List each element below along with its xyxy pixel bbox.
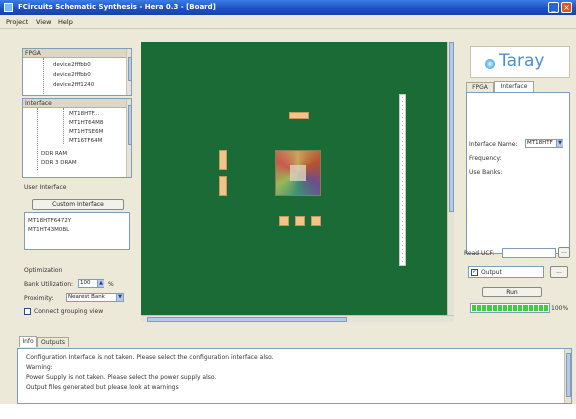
frequency-label: Frequency: (469, 155, 502, 162)
interface-tree-scrollbar[interactable] (126, 99, 131, 177)
title-bar[interactable]: FCircuits Schematic Synthesis - Hera 0.3… (0, 0, 576, 15)
canvas-vertical-scrollbar[interactable] (447, 42, 454, 315)
interface-name-value: MT18HTF (527, 140, 553, 146)
application-window: FCircuits Schematic Synthesis - Hera 0.3… (0, 0, 576, 404)
user-interface-item[interactable]: MT1HT43M0BL (28, 227, 69, 233)
output-checkbox-label: Output (481, 269, 502, 276)
interface-tree-header: Interface (23, 99, 126, 108)
fpga-chip[interactable] (275, 150, 321, 196)
menu-project[interactable]: Project (6, 18, 28, 26)
board-component[interactable] (279, 216, 289, 226)
fpga-tree: FPGA device2fffbb0 device2fffbb0 device2… (22, 48, 132, 96)
console-line: Warning: (26, 364, 53, 371)
console-scrollbar[interactable] (564, 349, 571, 403)
progress-bar (470, 303, 550, 313)
connector-strip[interactable] (399, 94, 406, 266)
board-canvas[interactable] (141, 42, 454, 322)
minimize-button[interactable]: _ (548, 2, 559, 13)
proximity-label: Proximity: (24, 295, 54, 302)
menu-view[interactable]: View (36, 18, 51, 26)
user-interface-item[interactable]: MT18HTF6472Y (28, 218, 71, 224)
bank-utilization-spinner-icon[interactable]: ▲ (97, 280, 104, 287)
board-component[interactable] (295, 216, 305, 226)
run-button[interactable]: Run (482, 287, 542, 297)
output-option: ✓ Output (468, 266, 544, 278)
proximity-value: Nearest Bank (68, 294, 105, 300)
logo-area: Taray (470, 46, 570, 78)
menu-help[interactable]: Help (58, 18, 73, 26)
output-checkbox[interactable]: ✓ (471, 269, 478, 276)
close-button[interactable]: × (561, 2, 572, 13)
output-browse-button[interactable]: ... (550, 266, 568, 278)
use-banks-label: Use Banks: (469, 169, 503, 176)
custom-interface-button[interactable]: Custom Interface (32, 199, 124, 210)
board-component[interactable] (289, 112, 309, 119)
left-panel: FPGA device2fffbb0 device2fffbb0 device2… (18, 42, 135, 322)
tab-fpga[interactable]: FPGA (466, 82, 494, 92)
fpga-item[interactable]: device2fff1240 (53, 82, 94, 88)
fpga-tree-header: FPGA (23, 49, 126, 58)
read-ucf-label: Read UCF: (464, 250, 495, 257)
optimization-label: Optimization (24, 267, 63, 274)
connect-grouping-label: Connect grouping view (34, 308, 104, 315)
board-component[interactable] (219, 176, 227, 196)
fpga-item[interactable]: device2fffbb0 (53, 62, 91, 68)
browse-ucf-button[interactable]: ... (558, 247, 570, 258)
board-component[interactable] (311, 216, 321, 226)
board-component[interactable] (219, 150, 227, 170)
chevron-down-icon[interactable]: ▼ (556, 140, 563, 147)
fpga-tree-scrollbar[interactable] (126, 49, 131, 95)
message-console: Configuration Interface is not taken. Pl… (17, 348, 572, 404)
interface-item[interactable]: MT1HTSE6M (69, 129, 103, 135)
app-icon (4, 3, 13, 12)
tab-interface[interactable]: Interface (494, 81, 534, 92)
bank-utilization-value: 100 (80, 280, 91, 286)
interface-name-label: Interface Name: (469, 141, 518, 148)
chevron-down-icon[interactable]: ▼ (116, 294, 123, 301)
right-panel: Taray FPGA Interface Interface Name: MT1… (460, 42, 572, 322)
user-interface-label: User Interface (24, 184, 67, 191)
console-line: Output files generated but please look a… (26, 384, 179, 391)
progress-text: 100% (551, 305, 569, 312)
interface-item[interactable]: MT1HT64M8 (69, 120, 103, 126)
interface-tree: Interface MT18HTF... MT1HT64M8 MT1HTSE6M… (22, 98, 132, 178)
user-interface-list: MT18HTF6472Y MT1HT43M0BL (24, 212, 130, 250)
connect-grouping-checkbox[interactable] (24, 308, 31, 315)
fpga-item[interactable]: device2fffbb0 (53, 72, 91, 78)
canvas-horizontal-scrollbar[interactable] (141, 315, 454, 322)
interface-group-ddr3[interactable]: DDR 3 DRAM (41, 160, 77, 166)
window-title: FCircuits Schematic Synthesis - Hera 0.3… (18, 3, 216, 11)
taray-logo-icon (485, 59, 495, 69)
interface-group-ddr[interactable]: DDR RAM (41, 151, 67, 157)
interface-item[interactable]: MT18HTF... (69, 111, 99, 117)
tab-info[interactable]: Info (19, 336, 37, 347)
taray-logo: Taray (499, 51, 545, 71)
tab-outputs[interactable]: Outputs (37, 337, 69, 347)
read-ucf-input[interactable] (502, 248, 556, 258)
menu-bar: Project View Help (0, 15, 576, 29)
bank-utilization-label: Bank Utilization: (24, 281, 74, 288)
fpga-chip-core (290, 165, 306, 181)
interface-tab-panel: Interface Name: MT18HTF ▼ Frequency: Use… (466, 92, 570, 254)
interface-item[interactable]: MT16TF64M (69, 138, 102, 144)
console-line: Configuration Interface is not taken. Pl… (26, 354, 274, 361)
console-line: Power Supply is not taken. Please select… (26, 374, 217, 381)
bank-utilization-unit: % (108, 281, 114, 288)
